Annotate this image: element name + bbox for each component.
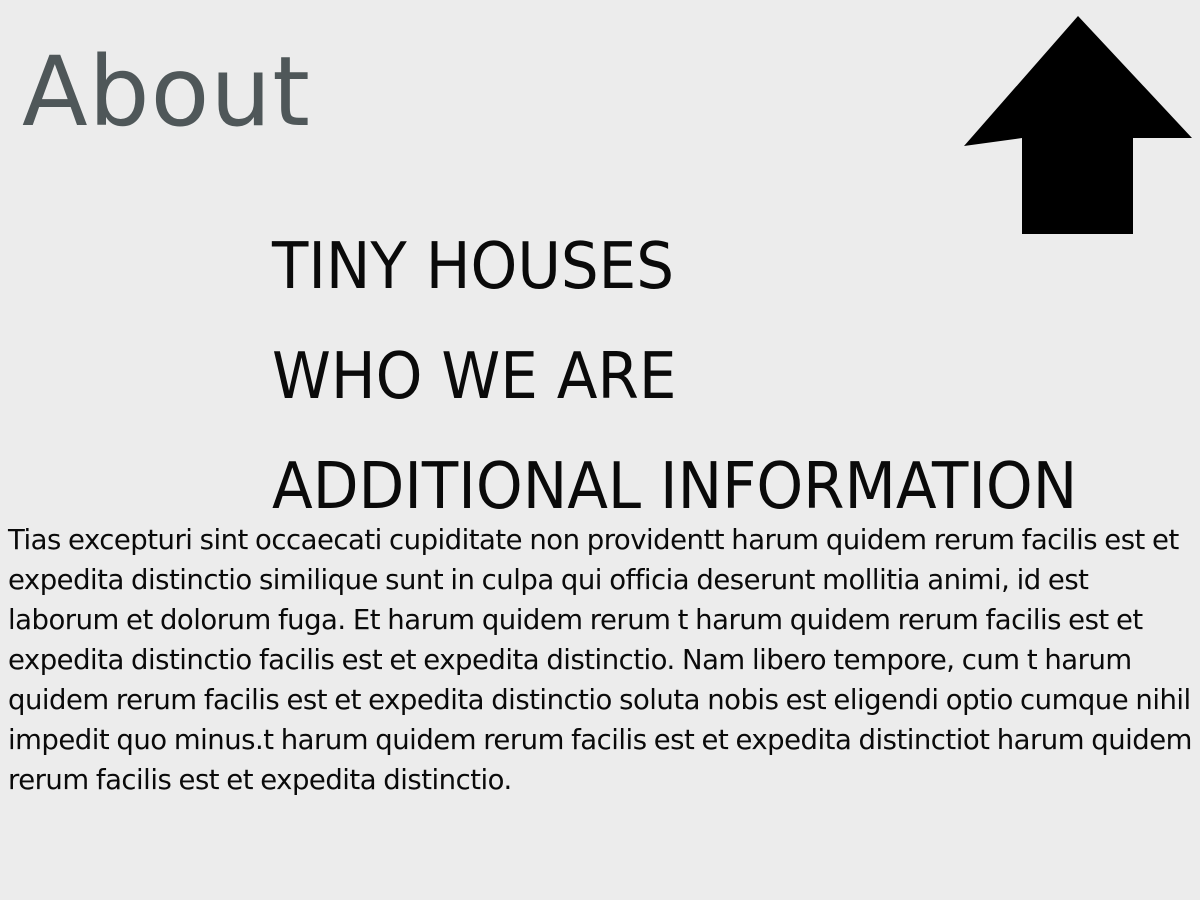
nav-list-item-tiny-houses: TINY HOUSES [272, 212, 1138, 322]
nav-item-who-we-are[interactable]: WHO WE ARE [272, 322, 1077, 432]
about-paragraph: Tias excepturi sint occaecati cupiditate… [8, 524, 1192, 796]
arrow-up-icon [964, 16, 1192, 234]
nav-item-tiny-houses[interactable]: TINY HOUSES [272, 212, 1077, 322]
nav-menu: TINY HOUSES WHO WE ARE ADDITIONAL INFORM… [272, 212, 1138, 542]
nav-list-item-who-we-are: WHO WE ARE [272, 322, 1138, 432]
back-to-top-button[interactable] [964, 16, 1192, 234]
page-title: About [22, 36, 311, 148]
